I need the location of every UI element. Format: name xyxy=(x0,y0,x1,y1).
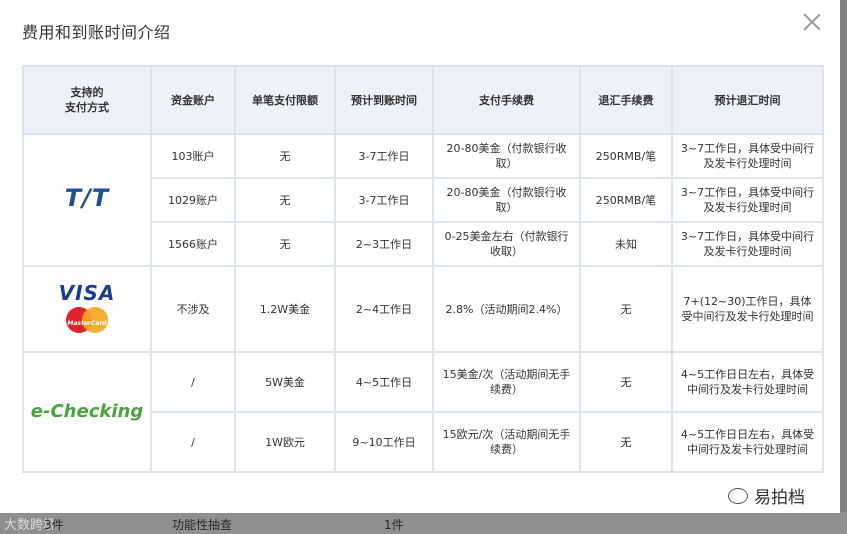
header-refund-time: 预计退汇时间 xyxy=(671,65,824,135)
cell-fee: 2.8%（活动期间2.4%） xyxy=(432,265,581,353)
cell-arrival: 2~3工作日 xyxy=(334,221,434,267)
close-icon[interactable] xyxy=(801,11,823,33)
cell-refund-time: 3~7工作日，具体受中间行及发卡行处理时间 xyxy=(671,177,824,223)
tt-logo: T/T xyxy=(64,183,110,212)
cell-limit: 1.2W美金 xyxy=(234,265,336,353)
cell-fee: 20-80美金（付款银行收取） xyxy=(432,177,581,223)
cell-arrival: 2~4工作日 xyxy=(334,265,434,353)
cell-limit: 无 xyxy=(234,221,336,267)
cell-account: / xyxy=(150,411,236,473)
cell-fee: 20-80美金（付款银行收取） xyxy=(432,133,581,179)
cell-refund-fee: 未知 xyxy=(579,221,673,267)
cell-refund-fee: 无 xyxy=(579,351,673,413)
table-row: VISA MasterCard 不涉及 1.2W美金 2~4工作日 2.8%（活… xyxy=(22,265,824,353)
watermark-right: 易拍档 xyxy=(728,483,805,508)
cell-account: 103账户 xyxy=(150,133,236,179)
cell-limit: 1W欧元 xyxy=(234,411,336,473)
cell-arrival: 3-7工作日 xyxy=(334,177,434,223)
cell-refund-fee: 无 xyxy=(579,265,673,353)
fee-table: 支持的 支付方式 资金账户 单笔支付限额 预计到账时间 支付手续费 退汇手续费 … xyxy=(22,65,824,473)
cell-account: / xyxy=(150,351,236,413)
header-arrival-time: 预计到账时间 xyxy=(334,65,434,135)
cell-refund-time: 7+(12~30)工作日，具体受中间行及发卡行处理时间 xyxy=(671,265,824,353)
method-card: VISA MasterCard xyxy=(22,265,152,353)
cell-fee: 0-25美金左右（付款银行收取） xyxy=(432,221,581,267)
header-payment-method: 支持的 支付方式 xyxy=(22,65,152,135)
cell-arrival: 4~5工作日 xyxy=(334,351,434,413)
mastercard-icon: MasterCard xyxy=(66,306,108,333)
cell-limit: 无 xyxy=(234,177,336,223)
cell-account: 不涉及 xyxy=(150,265,236,353)
background-table-strip: 大数跨境 3件 功能性抽查 1件 xyxy=(0,512,847,534)
mastercard-label: MasterCard xyxy=(67,319,107,327)
visa-logo: VISA xyxy=(58,280,116,305)
wechat-icon xyxy=(728,488,748,504)
method-tt: T/T xyxy=(22,133,152,267)
cell-arrival: 9~10工作日 xyxy=(334,411,434,473)
cell-arrival: 3-7工作日 xyxy=(334,133,434,179)
header-payment-fee: 支付手续费 xyxy=(432,65,581,135)
bg-cell-qty: 3件 xyxy=(44,518,64,532)
bg-cell-count: 1件 xyxy=(384,518,404,532)
bg-cell-check: 功能性抽查 xyxy=(172,518,233,532)
cell-refund-fee: 250RMB/笔 xyxy=(579,133,673,179)
cell-account: 1566账户 xyxy=(150,221,236,267)
cell-refund-time: 3~7工作日，具体受中间行及发卡行处理时间 xyxy=(671,221,824,267)
cell-refund-time: 3~7工作日，具体受中间行及发卡行处理时间 xyxy=(671,133,824,179)
fee-modal: 费用和到账时间介绍 支持的 支付方式 资金账户 单笔支付限额 预计到账时间 支付… xyxy=(0,0,840,513)
cell-refund-fee: 250RMB/笔 xyxy=(579,177,673,223)
modal-title: 费用和到账时间介绍 xyxy=(22,23,171,42)
header-fund-account: 资金账户 xyxy=(150,65,236,135)
cell-account: 1029账户 xyxy=(150,177,236,223)
header-single-limit: 单笔支付限额 xyxy=(234,65,336,135)
method-echecking: e-Checking xyxy=(22,351,152,473)
cell-refund-time: 4~5工作日日左右，具体受中间行及发卡行处理时间 xyxy=(671,411,824,473)
cell-fee: 15美金/次（活动期间无手续费） xyxy=(432,351,581,413)
cell-limit: 无 xyxy=(234,133,336,179)
cell-fee: 15欧元/次（活动期间无手续费） xyxy=(432,411,581,473)
table-row: T/T 103账户 无 3-7工作日 20-80美金（付款银行收取） 250RM… xyxy=(22,133,824,267)
header-refund-fee: 退汇手续费 xyxy=(579,65,673,135)
echecking-logo: e-Checking xyxy=(30,400,144,422)
cell-refund-fee: 无 xyxy=(579,411,673,473)
watermark-right-text: 易拍档 xyxy=(754,488,805,508)
table-header-row: 支持的 支付方式 资金账户 单笔支付限额 预计到账时间 支付手续费 退汇手续费 … xyxy=(22,65,824,135)
table-row: e-Checking / 5W美金 4~5工作日 15美金/次（活动期间无手续费… xyxy=(22,351,824,473)
cell-refund-time: 4~5工作日日左右，具体受中间行及发卡行处理时间 xyxy=(671,351,824,413)
cell-limit: 5W美金 xyxy=(234,351,336,413)
